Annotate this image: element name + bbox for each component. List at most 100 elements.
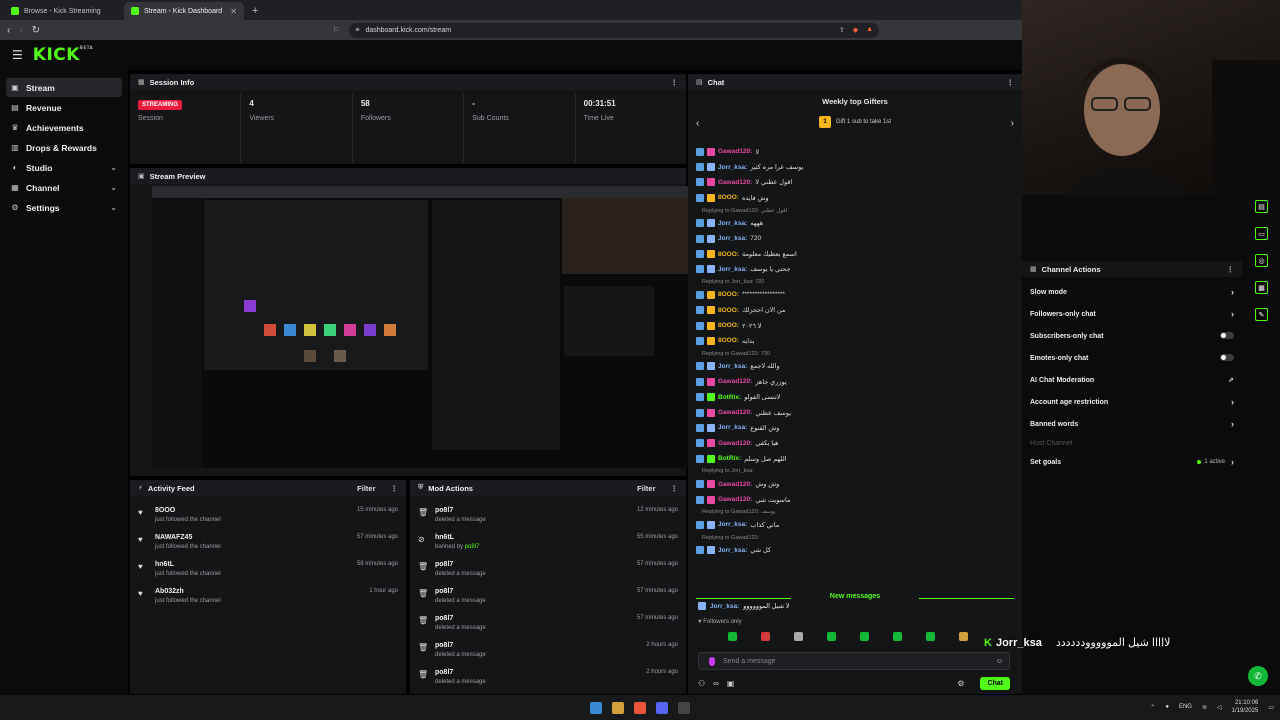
emote-icon[interactable] [893, 632, 902, 641]
emote-icon[interactable] [860, 632, 869, 641]
ai-moderation-row[interactable]: AI Chat Moderation ⇗ [1022, 369, 1242, 391]
chat-reply-context[interactable]: Replying to Gawad120: يوسف [696, 507, 1014, 517]
share-icon[interactable]: ⇪ [839, 26, 845, 34]
chat-username[interactable]: Gawad120: [718, 148, 752, 155]
chat-username[interactable]: 8OOO: [718, 291, 739, 298]
wifi-icon[interactable]: ≋ [1202, 704, 1207, 711]
chevron-right-icon[interactable]: › [1011, 118, 1014, 129]
chat-username[interactable]: 8OOO: [718, 307, 739, 314]
more-options-icon[interactable]: ⋮ [391, 484, 399, 493]
chat-username[interactable]: Jorr_ksa: [718, 547, 747, 554]
more-options-icon[interactable]: ⋮ [1007, 78, 1015, 87]
chat-username[interactable]: Gawad120: [718, 440, 752, 447]
emote-icon[interactable] [926, 632, 935, 641]
layout-icon[interactable]: ▦ [1255, 281, 1268, 294]
new-tab-button[interactable]: + [244, 2, 266, 20]
browser-tab-dashboard[interactable]: Stream - Kick Dashboard ✕ [124, 2, 244, 20]
chat-username[interactable]: 8OOO: [718, 251, 739, 258]
chat-reply-context[interactable]: Replying to Jorr_ksa: [696, 466, 1014, 476]
volume-icon[interactable]: ◁ [1217, 704, 1222, 711]
file-explorer-icon[interactable] [612, 701, 624, 714]
chat-message[interactable]: 8OOO: من الان احجزلك [696, 303, 1014, 318]
subscribers-only-toggle[interactable] [1220, 332, 1234, 339]
chat-reply-context[interactable]: Replying to Jorr_ksa: 720 [696, 277, 1014, 287]
chat-message[interactable]: Gawad120: يوزري جاهز [696, 374, 1014, 389]
emote-icon[interactable] [959, 632, 968, 641]
close-tab-icon[interactable]: ✕ [230, 7, 237, 16]
mic-icon[interactable] [709, 656, 715, 666]
chat-message[interactable]: Gawad120: هيا يكفي [696, 436, 1014, 451]
gift-icon[interactable]: ▣ [727, 679, 735, 688]
forward-icon[interactable]: › [19, 25, 22, 36]
more-options-icon[interactable]: ⋮ [671, 484, 679, 493]
more-options-icon[interactable]: ⋮ [1227, 265, 1235, 274]
chat-message-list[interactable]: Gawad120: لا Jorr_ksa: يوسف عرا مره كثير Gaw… [688, 144, 1022, 594]
followers-only-row[interactable]: Followers-only chat › [1022, 303, 1242, 325]
more-options-icon[interactable]: ⋮ [671, 78, 679, 87]
chat-username[interactable]: BotRix: [718, 455, 741, 462]
sidebar-item-studio[interactable]: ◐ Studio ⌄ [6, 158, 122, 177]
stream-preview-video[interactable] [152, 186, 688, 468]
chat-username[interactable]: 8OOO: [718, 322, 739, 329]
sidebar-item-revenue[interactable]: ▤ Revenue [6, 98, 122, 117]
chat-message[interactable]: Jorr_ksa: يوسف عرا مره كثير [696, 159, 1014, 174]
bookmark-icon[interactable]: ⚐ [333, 26, 339, 34]
panel-toggle-icon[interactable]: ▤ [1255, 200, 1268, 213]
chat-reply-context[interactable]: Replying to Gawad120: 730 [696, 349, 1014, 359]
send-chat-button[interactable]: Chat [980, 676, 1010, 690]
emote-icon[interactable] [761, 632, 770, 641]
chat-username[interactable]: 8OOO: [718, 337, 739, 344]
chat-username[interactable]: 8OOO: [718, 194, 739, 201]
chat-username[interactable]: Jorr_ksa: [718, 235, 747, 242]
banned-words-row[interactable]: Banned words › [1022, 413, 1242, 435]
chat-message[interactable]: Gawad120: ماسويت شي [696, 492, 1014, 507]
chat-username[interactable]: Gawad120: [718, 481, 752, 488]
gear-icon[interactable]: ⚙ [957, 679, 964, 688]
chat-message[interactable]: Gawad120: اقول عطني لا [696, 175, 1014, 190]
chat-message[interactable]: 8OOO: ***************** [696, 287, 1014, 302]
obs-icon[interactable] [678, 701, 690, 714]
chat-username[interactable]: Gawad120: [718, 409, 752, 416]
subscribers-only-row[interactable]: Subscribers-only chat [1022, 325, 1242, 347]
chat-message[interactable]: 8OOO: اسمع بعطيك معلومة [696, 246, 1014, 261]
brave-shield-icon[interactable]: ◆ [853, 26, 858, 34]
whatsapp-icon[interactable]: ✆ [1248, 666, 1268, 686]
notification-icon[interactable]: ▭ [1268, 704, 1274, 711]
chat-message[interactable]: Jorr_ksa: وش القنوع [696, 420, 1014, 435]
sound-icon[interactable]: ◎ [1255, 254, 1268, 267]
chevron-up-icon[interactable]: ⌃ [1150, 704, 1155, 711]
chat-message[interactable]: Jorr_ksa: كل شي [696, 543, 1014, 558]
chat-username[interactable]: Jorr_ksa: [718, 220, 747, 227]
chat-message[interactable]: Jorr_ksa: جحتي يا يوسف [696, 262, 1014, 277]
back-icon[interactable]: ‹ [7, 25, 10, 36]
chat-username[interactable]: Jorr_ksa: [718, 266, 747, 273]
emotes-only-row[interactable]: Emotes-only chat [1022, 347, 1242, 369]
chat-message[interactable]: Jorr_ksa: والله لاجمع [696, 359, 1014, 374]
gift-cta[interactable]: Gift 1 sub to take 1st [836, 119, 891, 125]
chat-reply-context[interactable]: Replying to Gawad120: اقول عطني [696, 206, 1014, 216]
clock[interactable]: 21:10:06 1/19/2025 [1232, 699, 1259, 715]
slow-mode-row[interactable]: Slow mode › [1022, 281, 1242, 303]
chat-message[interactable]: Gawad120: وش وش [696, 476, 1014, 491]
chat-message[interactable]: Gawad120: لا [696, 144, 1014, 159]
link-icon[interactable]: ∞ [713, 679, 719, 688]
chat-message[interactable]: BotRix: اللهم صل وسلم [696, 451, 1014, 466]
emote-icon[interactable] [827, 632, 836, 641]
chat-username[interactable]: Jorr_ksa: [718, 363, 747, 370]
emote-icon[interactable] [794, 632, 803, 641]
chat-username[interactable]: Gawad120: [718, 179, 752, 186]
sidebar-item-achievements[interactable]: ♛ Achievements [6, 118, 122, 137]
reload-icon[interactable]: ↻ [32, 25, 40, 36]
tools-icon[interactable]: ✎ [1255, 308, 1268, 321]
brave-rewards-icon[interactable]: ▲ [866, 26, 873, 34]
chat-reply-context[interactable]: Replying to Gawad120: [696, 533, 1014, 543]
sidebar-item-settings[interactable]: ⚙ Settings ⌄ [6, 198, 122, 217]
account-age-row[interactable]: Account age restriction › [1022, 391, 1242, 413]
sidebar-item-channel[interactable]: ▦ Channel ⌄ [6, 178, 122, 197]
emote-icon[interactable] [728, 632, 737, 641]
chat-message[interactable]: Jorr_ksa: ماني كذاب [696, 517, 1014, 532]
kick-logo[interactable]: KICKBETA [33, 45, 93, 65]
chat-username[interactable]: Gawad120: [718, 378, 752, 385]
chevron-left-icon[interactable]: ‹ [696, 118, 699, 129]
chat-toggle-icon[interactable]: ▭ [1255, 227, 1268, 240]
